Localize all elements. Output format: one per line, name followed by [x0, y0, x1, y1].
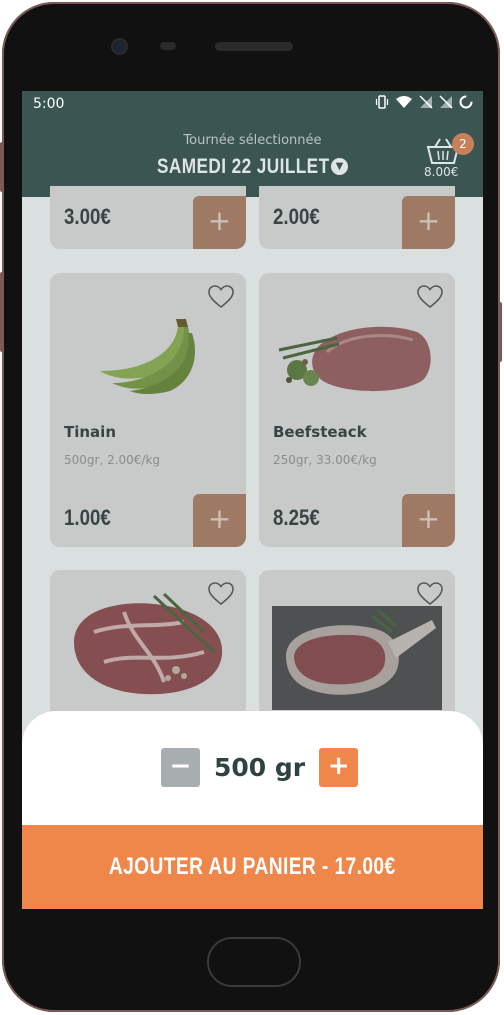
- heart-icon[interactable]: [417, 285, 443, 309]
- earpiece-speaker: [215, 42, 293, 51]
- add-to-cart-button[interactable]: AJOUTER AU PANIER - 17.00€: [22, 825, 483, 909]
- cart-count-badge: 2: [452, 133, 474, 155]
- product-name: Beefsteack: [273, 423, 367, 441]
- ribeye-image: [74, 592, 223, 695]
- app-screen: 5:00 Tournée sélectionnée SAMEDI 22 JUIL…: [22, 91, 483, 909]
- add-product-button[interactable]: +: [193, 196, 246, 249]
- status-bar: 5:00: [22, 91, 483, 117]
- front-camera: [113, 40, 126, 53]
- beefsteak-image: [278, 326, 431, 392]
- product-price: 8.25€: [273, 505, 320, 530]
- product-description: 500gr, 2.00€/kg: [64, 453, 161, 467]
- decrease-quantity-button[interactable]: −: [161, 748, 200, 787]
- chevron-down-icon[interactable]: ▼: [331, 158, 348, 175]
- status-icons: [375, 95, 473, 109]
- header-subtitle: Tournée sélectionnée: [183, 133, 322, 148]
- home-button[interactable]: [207, 937, 301, 987]
- product-card[interactable]: [50, 570, 246, 730]
- add-to-cart-label: AJOUTER AU PANIER - 17.00€: [109, 853, 396, 880]
- vibrate-icon: [375, 95, 389, 109]
- product-description: 250gr, 33.00€/kg: [273, 453, 377, 467]
- battery-loading-icon: [459, 95, 473, 109]
- product-name: Tinain: [64, 423, 116, 441]
- app-header: Tournée sélectionnée SAMEDI 22 JUILLET ▼…: [22, 117, 483, 197]
- proximity-sensor: [160, 42, 176, 50]
- add-product-button[interactable]: +: [402, 196, 455, 249]
- product-price: 1.00€: [64, 505, 111, 530]
- increase-quantity-button[interactable]: +: [319, 748, 359, 787]
- add-product-button[interactable]: +: [193, 494, 246, 547]
- volume-button-2: [0, 272, 4, 352]
- product-price: 2.00€: [273, 204, 320, 229]
- no-signal-icon: [419, 95, 433, 109]
- volume-button: [0, 142, 4, 192]
- power-button: [498, 302, 502, 362]
- quantity-value: 500 gr: [214, 753, 306, 782]
- no-signal-icon-2: [439, 95, 453, 109]
- wifi-icon: [396, 96, 412, 108]
- product-card[interactable]: 3.00€ +: [50, 186, 246, 249]
- product-card-beefsteack[interactable]: Beefsteack 250gr, 33.00€/kg 8.25€ +: [259, 273, 455, 547]
- product-price: 3.00€: [64, 204, 111, 229]
- quantity-stepper: − 500 gr +: [161, 748, 359, 787]
- tour-date-selector[interactable]: SAMEDI 22 JUILLET: [157, 155, 330, 179]
- cart-amount: 8.00€: [424, 165, 459, 179]
- product-card[interactable]: 2.00€ +: [259, 186, 455, 249]
- heart-icon[interactable]: [208, 285, 234, 309]
- product-card[interactable]: [259, 570, 455, 730]
- heart-icon[interactable]: [417, 582, 443, 606]
- rib-steak-image: [272, 606, 442, 710]
- product-card-tinain[interactable]: Tinain 500gr, 2.00€/kg 1.00€ +: [50, 273, 246, 547]
- quantity-sheet: − 500 gr + AJOUTER AU PANIER - 17.00€: [22, 711, 483, 909]
- cart-button[interactable]: 2 8.00€: [422, 133, 474, 183]
- status-time: 5:00: [33, 96, 65, 112]
- banana-image: [100, 319, 196, 394]
- add-product-button[interactable]: +: [402, 494, 455, 547]
